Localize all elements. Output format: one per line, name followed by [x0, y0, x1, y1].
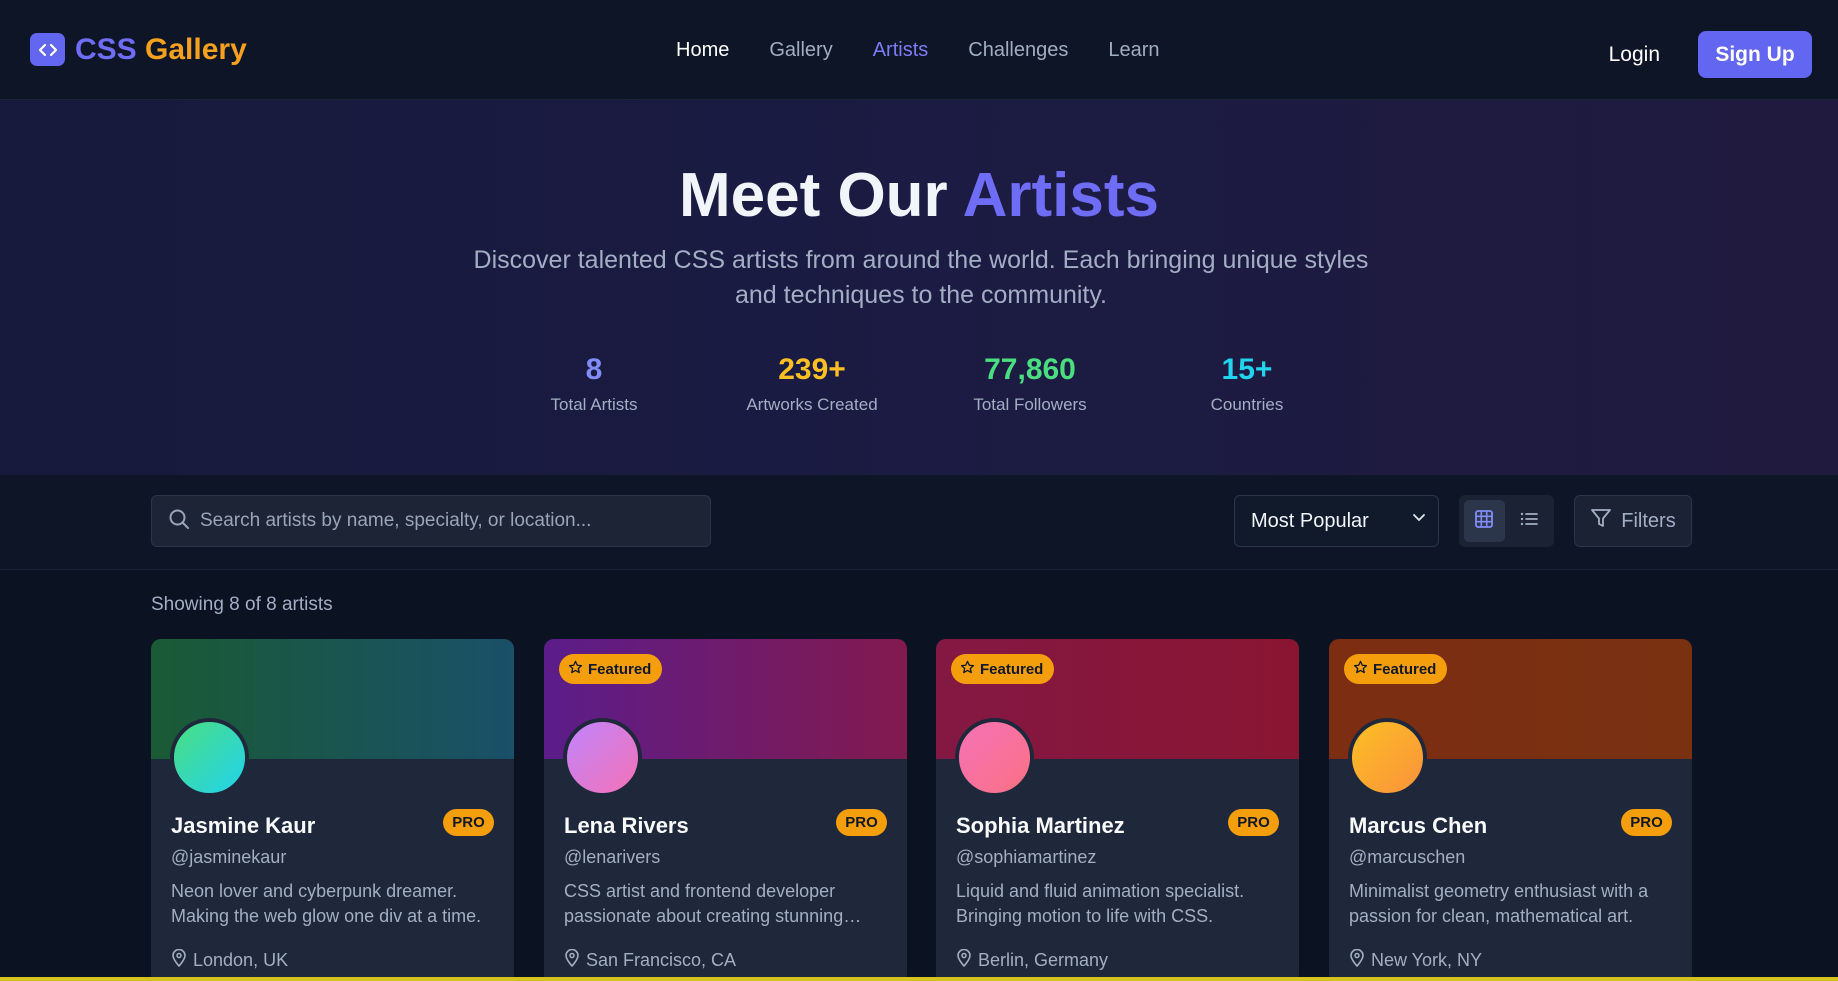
stat-label: Total Artists — [550, 395, 638, 414]
pro-badge: PRO — [836, 809, 887, 836]
search-box — [151, 495, 711, 547]
nav-gallery[interactable]: Gallery — [769, 39, 832, 62]
artist-handle: @jasminekaur — [171, 847, 287, 867]
bottom-edge-bar — [0, 977, 1838, 981]
nav-learn[interactable]: Learn — [1108, 39, 1159, 62]
artist-bio: CSS artist and frontend developer passio… — [564, 881, 844, 926]
pro-badge: PRO — [443, 809, 494, 836]
featured-label: Featured — [588, 660, 652, 678]
code-brackets-icon — [30, 33, 65, 66]
location-pin-icon — [956, 948, 972, 972]
artist-name[interactable]: Marcus Chen — [1349, 813, 1487, 839]
search-input[interactable] — [200, 510, 700, 532]
artist-card[interactable]: Featured Sophia Martinez PRO @sophiamart… — [936, 639, 1299, 981]
location-pin-icon — [1349, 948, 1365, 972]
star-icon — [568, 660, 583, 679]
star-icon — [960, 660, 975, 679]
hero-subtitle: Discover talented CSS artists from aroun… — [473, 246, 1369, 309]
artist-handle: @marcuschen — [1349, 847, 1466, 867]
stat-artworks: 239+ Artworks Created — [712, 353, 912, 415]
artist-name[interactable]: Jasmine Kaur — [171, 813, 315, 839]
pro-badge: PRO — [1621, 809, 1672, 836]
nav-artists[interactable]: Artists — [873, 39, 929, 62]
featured-label: Featured — [1373, 660, 1437, 678]
stat-label: Artworks Created — [746, 395, 878, 414]
stat-value: 239+ — [778, 353, 846, 386]
list-icon — [1519, 509, 1539, 534]
artist-name[interactable]: Lena Rivers — [564, 813, 689, 839]
artist-card[interactable]: Featured Lena Rivers PRO @lenarivers CSS… — [544, 639, 907, 981]
location-text: San Francisco, CA — [586, 950, 737, 970]
list-view-button[interactable] — [1509, 500, 1550, 542]
pro-badge: PRO — [1228, 809, 1279, 836]
avatar[interactable] — [1348, 718, 1427, 797]
signup-button[interactable]: Sign Up — [1698, 31, 1812, 78]
hero-section: Meet Our Artists Discover talented CSS a… — [0, 100, 1838, 475]
stat-countries: 15+ Countries — [1147, 353, 1347, 415]
avatar[interactable] — [170, 718, 249, 797]
artist-bio: Neon lover and cyberpunk dreamer. Making… — [171, 881, 482, 926]
location-text: Berlin, Germany — [978, 950, 1109, 970]
top-navbar: CSS Gallery Home Gallery Artists Challen… — [0, 0, 1838, 100]
results-count: Showing 8 of 8 artists — [151, 594, 333, 615]
logo-css: CSS — [75, 32, 137, 66]
artist-location: New York, NY — [1349, 948, 1483, 972]
avatar[interactable] — [955, 718, 1034, 797]
logo[interactable]: CSS Gallery — [30, 33, 247, 67]
grid-icon — [1474, 509, 1494, 534]
search-icon — [168, 508, 190, 535]
nav-home[interactable]: Home — [676, 39, 729, 62]
stat-value: 15+ — [1221, 353, 1273, 386]
stat-label: Countries — [1210, 395, 1284, 414]
artist-card[interactable]: Featured Marcus Chen PRO @marcuschen Min… — [1329, 639, 1692, 981]
location-text: New York, NY — [1371, 950, 1483, 970]
stats-row: 8 Total Artists 239+ Artworks Created 77… — [0, 353, 1838, 423]
featured-label: Featured — [980, 660, 1044, 678]
featured-badge: Featured — [951, 654, 1055, 684]
title-prefix: Meet Our — [678, 161, 948, 230]
artist-bio: Minimalist geometry enthusiast with a pa… — [1349, 881, 1649, 926]
location-text: London, UK — [193, 950, 289, 970]
nav-challenges[interactable]: Challenges — [968, 39, 1068, 62]
logo-gallery: Gallery — [145, 32, 247, 66]
main-nav: Home Gallery Artists Challenges Learn — [676, 0, 1160, 100]
artist-handle: @sophiamartinez — [956, 847, 1097, 867]
sort-value: Most Popular — [1251, 509, 1369, 532]
stat-value: 8 — [585, 353, 603, 386]
artist-location: San Francisco, CA — [564, 948, 737, 972]
artist-handle: @lenarivers — [564, 847, 661, 867]
artist-name[interactable]: Sophia Martinez — [956, 813, 1125, 839]
title-accent: Artists — [962, 161, 1160, 230]
grid-view-button[interactable] — [1464, 500, 1505, 542]
featured-badge: Featured — [559, 654, 663, 684]
stat-label: Total Followers — [973, 395, 1087, 414]
view-toggle — [1459, 495, 1554, 547]
artist-location: London, UK — [171, 948, 289, 972]
page-title: Meet Our Artists — [0, 160, 1838, 231]
avatar[interactable] — [563, 718, 642, 797]
stat-value: 77,860 — [984, 353, 1076, 386]
location-pin-icon — [564, 948, 580, 972]
stat-followers: 77,860 Total Followers — [930, 353, 1130, 415]
login-link[interactable]: Login — [1609, 43, 1660, 67]
artist-bio: Liquid and fluid animation specialist. B… — [956, 881, 1245, 926]
sort-select[interactable]: Most Popular — [1234, 495, 1439, 547]
featured-badge: Featured — [1344, 654, 1448, 684]
artist-location: Berlin, Germany — [956, 948, 1109, 972]
filter-icon — [1590, 507, 1612, 535]
filters-button[interactable]: Filters — [1574, 495, 1692, 547]
auth-area: Login Sign Up — [1609, 31, 1812, 78]
location-pin-icon — [171, 948, 187, 972]
filters-label: Filters — [1621, 509, 1676, 532]
artist-card[interactable]: Jasmine Kaur PRO @jasminekaur Neon lover… — [151, 639, 514, 981]
chevron-down-icon — [1412, 506, 1426, 529]
star-icon — [1353, 660, 1368, 679]
filter-toolbar: Most Popular Filters — [0, 475, 1838, 570]
logo-text: CSS Gallery — [75, 33, 247, 67]
stat-total-artists: 8 Total Artists — [494, 353, 694, 415]
